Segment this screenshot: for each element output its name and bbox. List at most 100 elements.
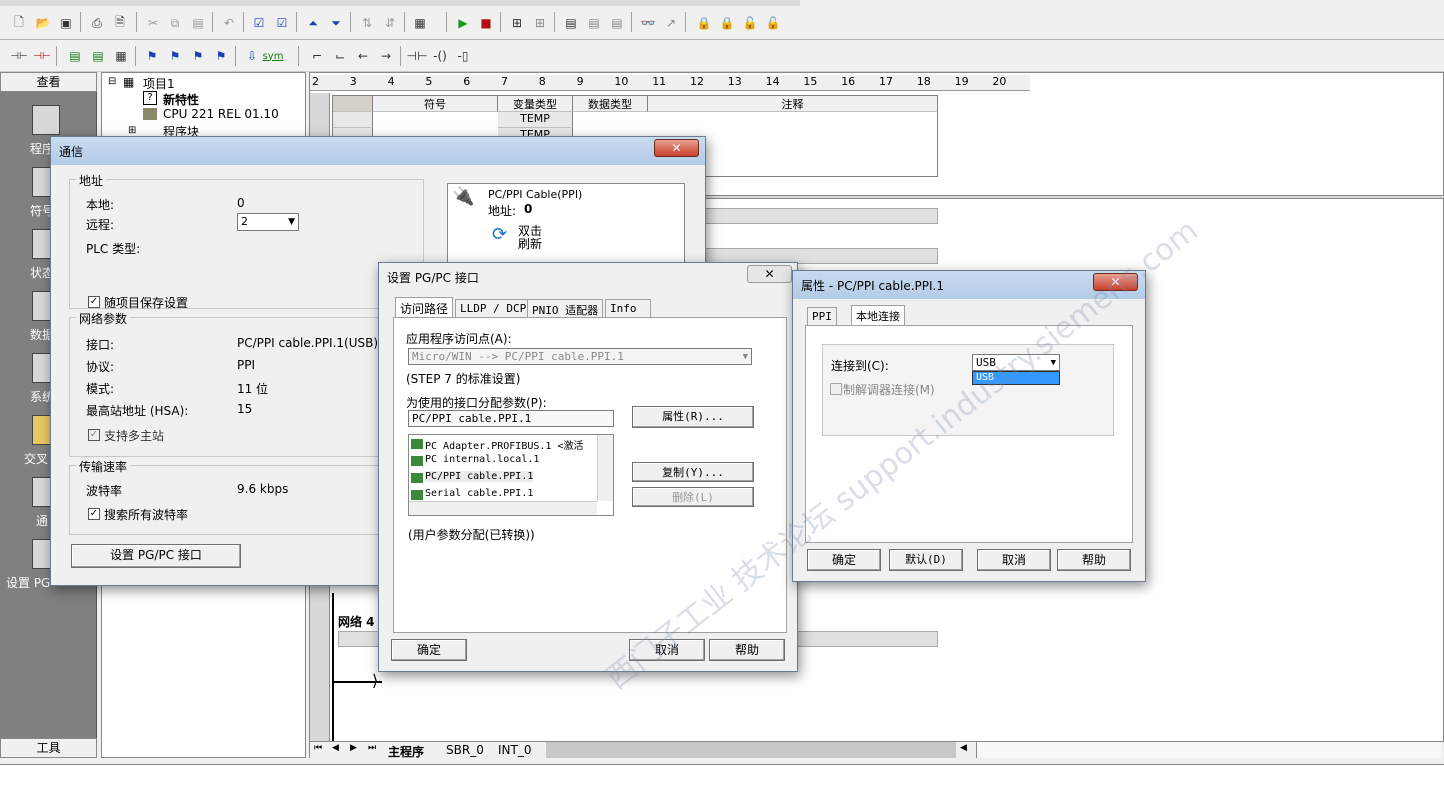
- tab-ppi[interactable]: PPI: [807, 307, 837, 326]
- box-icon[interactable]: -▯: [454, 47, 472, 65]
- tab-prev-icon[interactable]: ◀: [332, 743, 339, 753]
- bookmark-icon[interactable]: ⚑: [143, 47, 161, 65]
- tab-int0[interactable]: INT_0: [498, 743, 531, 757]
- refresh-icon[interactable]: ⟳: [492, 224, 507, 245]
- delete-network-icon[interactable]: ⊣⊢: [33, 47, 51, 65]
- pause-status-icon[interactable]: ⊞: [531, 14, 549, 32]
- copy-button[interactable]: 复制(Y)...: [632, 462, 754, 482]
- line-right-icon[interactable]: →: [377, 47, 395, 65]
- tab-pnio[interactable]: PNIO 适配器: [527, 299, 604, 318]
- copy-icon[interactable]: ⧉: [166, 14, 184, 32]
- save-settings-checkbox[interactable]: ✓: [88, 296, 100, 308]
- list-v-scrollbar[interactable]: [597, 435, 613, 501]
- close-icon[interactable]: ✕: [654, 139, 699, 157]
- single-read-icon[interactable]: ▤: [585, 14, 603, 32]
- new-icon[interactable]: 🗋: [10, 14, 28, 32]
- save-icon[interactable]: ▣: [57, 14, 75, 32]
- toggle-poU-icon[interactable]: ▤: [66, 47, 84, 65]
- default-button[interactable]: 默认(D): [889, 549, 963, 571]
- param-field[interactable]: PC/PPI cable.PPI.1: [408, 410, 614, 427]
- download-icon[interactable]: ⏷: [327, 14, 345, 32]
- h-scrollbar-right[interactable]: [976, 742, 1441, 758]
- program-status-icon[interactable]: ⊞: [508, 14, 526, 32]
- delete-button[interactable]: 删除(L): [632, 487, 754, 507]
- tab-next-icon[interactable]: ▶: [350, 743, 357, 753]
- remove-bookmarks-icon[interactable]: ⚑: [212, 47, 230, 65]
- next-bookmark-icon[interactable]: ⚑: [166, 47, 184, 65]
- tab-main[interactable]: 主程序: [388, 743, 424, 760]
- tab-last-icon[interactable]: ⏭: [368, 743, 376, 753]
- tree-new-features[interactable]: 新特性: [163, 91, 199, 108]
- force-icon[interactable]: 🔒: [695, 14, 713, 32]
- list-h-scrollbar[interactable]: [409, 501, 597, 515]
- list-item[interactable]: PC/PPI cable.PPI.1: [425, 471, 534, 482]
- access-point-select[interactable]: Micro/WIN --> PC/PPI cable.PPI.1 ▼: [408, 348, 752, 365]
- modem-checkbox[interactable]: [830, 383, 842, 395]
- line-down-icon[interactable]: ⌐: [308, 47, 326, 65]
- write-all-icon[interactable]: ▤: [608, 14, 626, 32]
- line-up-icon[interactable]: ⌙: [331, 47, 349, 65]
- glasses-icon[interactable]: 👓: [639, 14, 657, 32]
- cut-icon[interactable]: ✂: [144, 14, 162, 32]
- scroll-left-icon[interactable]: ◀: [960, 743, 967, 753]
- stop-icon[interactable]: ■: [477, 14, 495, 32]
- print-preview-icon[interactable]: 🗎: [111, 14, 129, 32]
- unforce-icon[interactable]: 🔒: [718, 14, 736, 32]
- compile-all-icon[interactable]: ☑: [273, 14, 291, 32]
- connect-to-select[interactable]: USB ▼: [972, 354, 1060, 371]
- insert-network-icon[interactable]: ⊣⊢: [10, 47, 28, 65]
- read-forced-icon[interactable]: 🔓: [764, 14, 782, 32]
- compile-icon[interactable]: ☑: [250, 14, 268, 32]
- toggle-symbol-icon[interactable]: ▦: [112, 47, 130, 65]
- help-button[interactable]: 帮助: [1057, 549, 1131, 571]
- tab-lldp[interactable]: LLDP / DCP: [455, 299, 532, 318]
- chart-status-icon[interactable]: ▤: [562, 14, 580, 32]
- trend-icon[interactable]: ↗: [662, 14, 680, 32]
- tree-expand-program-icon[interactable]: ⊞: [128, 125, 136, 136]
- coil-icon[interactable]: -(): [431, 47, 449, 65]
- search-all-checkbox[interactable]: ✓: [88, 508, 100, 520]
- unforce-all-icon[interactable]: 🔓: [741, 14, 759, 32]
- open-icon[interactable]: 📂: [34, 14, 52, 32]
- sort-descending-icon[interactable]: ⇵: [381, 14, 399, 32]
- cancel-button[interactable]: 取消: [977, 549, 1051, 571]
- close-icon[interactable]: ✕: [1093, 273, 1138, 291]
- undo-icon[interactable]: ↶: [220, 14, 238, 32]
- nav-header[interactable]: 查看: [0, 72, 97, 92]
- dropdown-option-usb[interactable]: USB: [972, 371, 1060, 385]
- symbol-apply-icon[interactable]: ⇩: [243, 47, 261, 65]
- nav-footer[interactable]: 工具: [0, 738, 97, 758]
- line-left-icon[interactable]: ←: [354, 47, 372, 65]
- ok-button[interactable]: 确定: [391, 639, 467, 661]
- tab-first-icon[interactable]: ⏮: [314, 743, 322, 753]
- prev-bookmark-icon[interactable]: ⚑: [189, 47, 207, 65]
- tree-root[interactable]: 项目1: [143, 75, 175, 92]
- h-scrollbar[interactable]: [546, 742, 956, 758]
- tab-sbr0[interactable]: SBR_0: [446, 743, 484, 757]
- upload-icon[interactable]: ⏶: [304, 14, 322, 32]
- print-icon[interactable]: ⎙: [88, 14, 106, 32]
- ok-button[interactable]: 确定: [807, 549, 881, 571]
- help-button[interactable]: 帮助: [709, 639, 785, 661]
- tree-cpu[interactable]: CPU 221 REL 01.10: [163, 107, 279, 121]
- paste-icon[interactable]: ▤: [189, 14, 207, 32]
- list-item[interactable]: PC Adapter.PROFIBUS.1 <激活: [425, 437, 583, 452]
- list-item[interactable]: Serial cable.PPI.1: [425, 488, 533, 499]
- remote-select[interactable]: 2 ▼: [237, 213, 299, 231]
- multi-master-checkbox[interactable]: ✓: [88, 429, 100, 441]
- tab-local-connection[interactable]: 本地连接: [851, 305, 905, 326]
- properties-button[interactable]: 属性(R)...: [632, 406, 754, 428]
- close-icon[interactable]: ✕: [747, 265, 792, 283]
- contact-icon[interactable]: ⊣⊢: [407, 47, 428, 65]
- symbol-info-icon[interactable]: sym: [263, 47, 284, 65]
- tree-expand-icon[interactable]: ⊟: [108, 76, 116, 87]
- tab-info[interactable]: Info: [605, 299, 651, 318]
- run-icon[interactable]: ▶: [454, 14, 472, 32]
- tab-access-path[interactable]: 访问路径: [395, 297, 454, 318]
- options-icon[interactable]: ▦: [411, 14, 429, 32]
- toggle-comment-icon[interactable]: ▤: [89, 47, 107, 65]
- var-type-cell[interactable]: TEMP: [498, 112, 573, 128]
- set-pgpc-button[interactable]: 设置 PG/PC 接口: [71, 544, 241, 568]
- cancel-button[interactable]: 取消: [629, 639, 705, 661]
- list-item[interactable]: PC internal.local.1: [425, 454, 539, 465]
